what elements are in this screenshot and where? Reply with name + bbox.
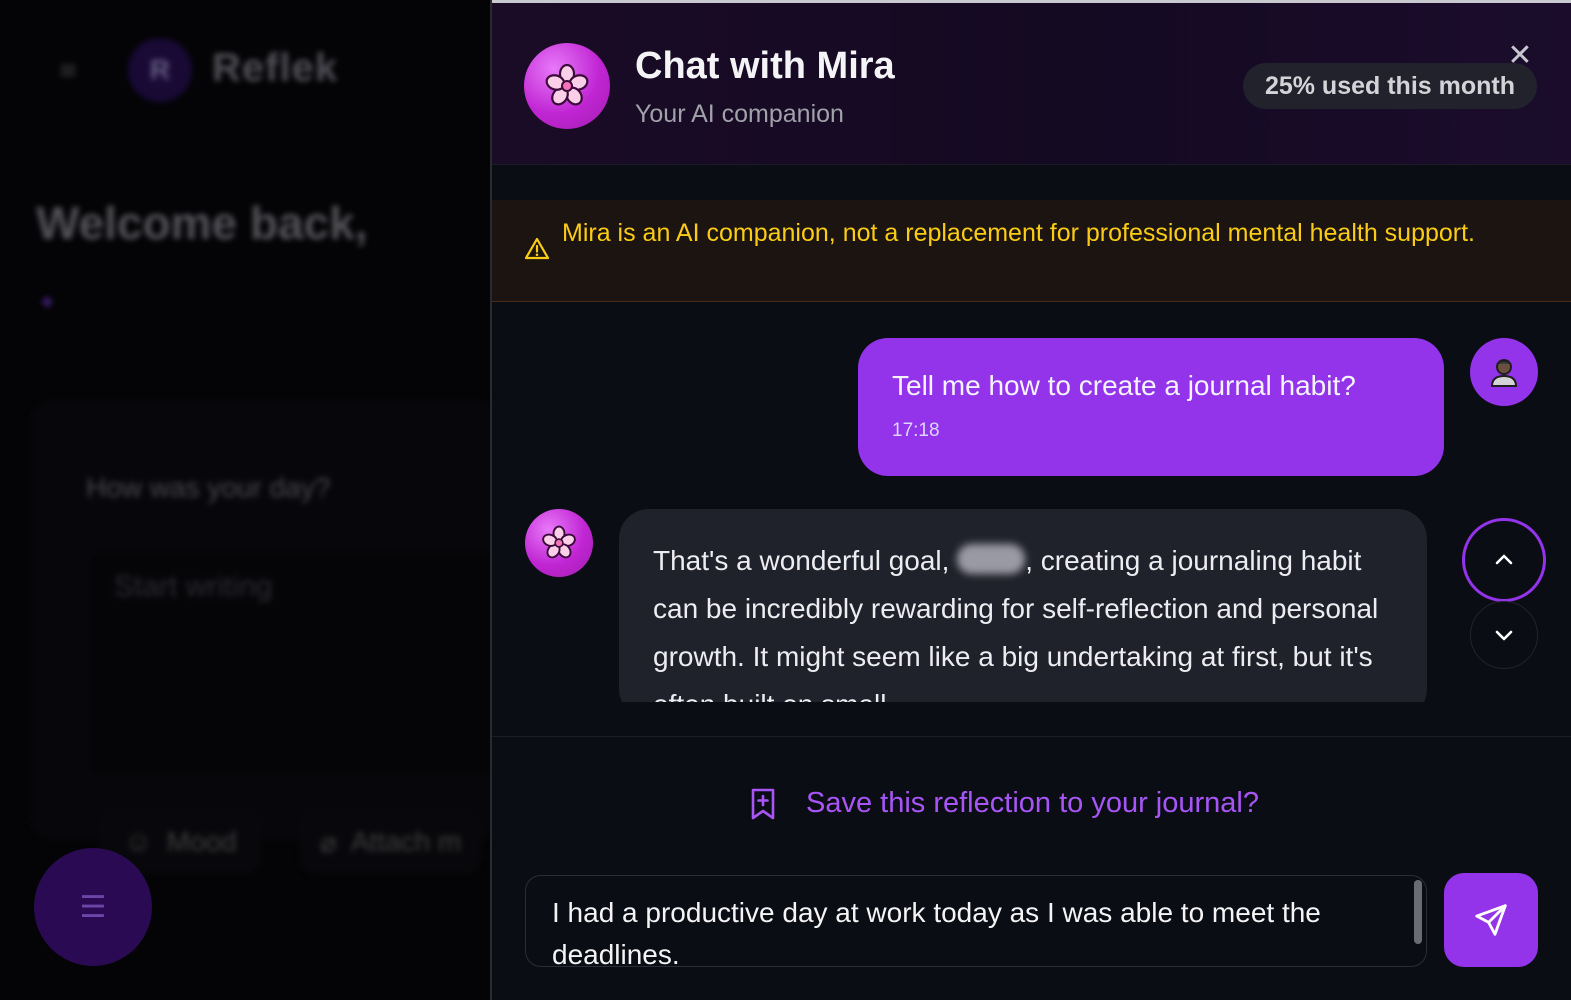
disclaimer-text: Mira is an AI companion, not a replaceme…: [562, 219, 1476, 247]
chat-header: Chat with Mira Your AI companion 25% use…: [492, 0, 1571, 165]
floating-menu-button: ☰: [34, 848, 152, 966]
flower-icon: [542, 525, 576, 559]
attach-label: Attach m: [350, 826, 462, 857]
user-avatar: [1470, 338, 1538, 406]
message-input-value[interactable]: I had a productive day at work today as …: [552, 892, 1400, 966]
mood-label: Mood: [166, 826, 237, 857]
close-button[interactable]: ✕: [1505, 41, 1535, 71]
app-logo: Reflek: [212, 46, 339, 90]
flower-icon: [545, 63, 589, 106]
chat-footer: Save this reflection to your journal? I …: [492, 736, 1571, 1000]
user-message-text: Tell me how to create a journal habit?: [892, 370, 1356, 401]
scroll-up-button[interactable]: [1462, 518, 1546, 602]
disclaimer-banner: Mira is an AI companion, not a replaceme…: [492, 200, 1571, 302]
message-timestamp: 17:18: [892, 420, 940, 441]
mira-message-avatar: [525, 509, 593, 577]
send-icon: [1475, 904, 1507, 936]
warning-icon: [524, 237, 550, 260]
chat-subtitle: Your AI companion: [635, 100, 844, 128]
user-icon: [1490, 359, 1518, 387]
mira-text-part: That's a wonderful goal,: [653, 545, 958, 576]
chat-panel: Chat with Mira Your AI companion 25% use…: [490, 0, 1571, 1000]
mira-message: That's a wonderful goal, , creating a jo…: [619, 509, 1427, 702]
menu-icon: ≡: [58, 56, 79, 84]
welcome-heading: Welcome back,: [36, 197, 368, 249]
usage-badge: 25% used this month: [1242, 63, 1537, 109]
chevron-down-icon: [1495, 630, 1513, 641]
redacted-name: [957, 544, 1026, 574]
message-list[interactable]: Tell me how to create a journal habit? 1…: [492, 302, 1571, 702]
user-avatar: R: [128, 38, 192, 102]
scroll-down-button[interactable]: [1470, 601, 1538, 669]
message-input[interactable]: I had a productive day at work today as …: [525, 875, 1427, 967]
bookmark-plus-icon: [751, 788, 775, 819]
mira-message-text: That's a wonderful goal, , creating a jo…: [653, 537, 1393, 702]
user-message: Tell me how to create a journal habit? 1…: [858, 338, 1444, 476]
attach-button: ⌀ Attach m: [300, 810, 482, 874]
chat-title: Chat with Mira: [635, 45, 895, 87]
mira-avatar: [524, 43, 610, 129]
close-icon: ✕: [1507, 38, 1533, 73]
input-scrollbar[interactable]: [1414, 880, 1422, 944]
journal-question: How was your day?: [86, 472, 331, 503]
sparkle-icon: ✦: [38, 290, 57, 315]
save-reflection-button[interactable]: Save this reflection to your journal?: [750, 787, 1259, 820]
smile-icon: ☺: [124, 826, 153, 857]
send-button[interactable]: [1444, 873, 1538, 967]
journal-placeholder: Start writing: [114, 570, 273, 603]
paperclip-icon: ⌀: [320, 826, 337, 858]
background-app: ≡ R Reflek Welcome back, ✦ How was your …: [0, 0, 492, 1000]
chevron-up-icon: [1495, 554, 1513, 565]
save-reflection-label: Save this reflection to your journal?: [806, 787, 1259, 819]
